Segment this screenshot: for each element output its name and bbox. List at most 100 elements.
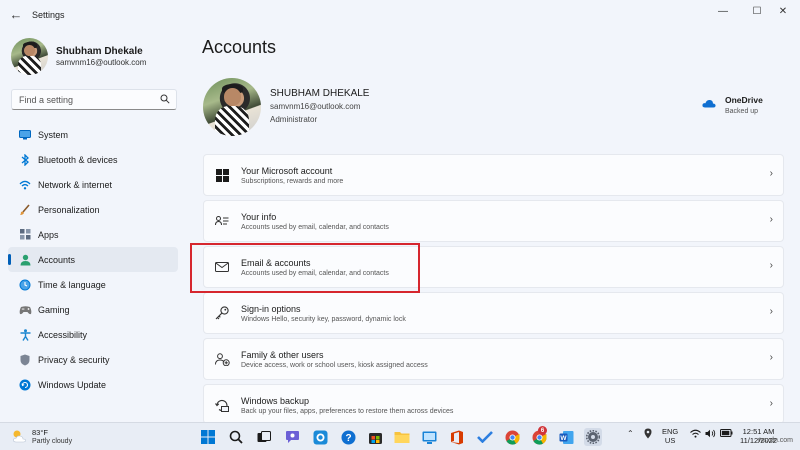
sidebar-item-bluetooth[interactable]: Bluetooth & devices — [8, 147, 178, 172]
chevron-right-icon: › — [769, 214, 773, 225]
search-icon[interactable] — [160, 94, 170, 104]
sidebar-item-network[interactable]: Network & internet — [8, 172, 178, 197]
window-title: Settings — [32, 10, 65, 20]
search-box[interactable] — [11, 89, 177, 110]
sidebar-item-label: Privacy & security — [38, 354, 110, 365]
onedrive-title[interactable]: OneDrive — [725, 95, 763, 105]
help-icon[interactable]: ? — [339, 428, 357, 446]
svg-text:?: ? — [345, 433, 351, 444]
search-taskbar-icon[interactable] — [227, 428, 245, 446]
chevron-right-icon: › — [769, 168, 773, 179]
word-icon[interactable]: W — [557, 428, 575, 446]
onedrive-cloud-icon[interactable] — [702, 99, 716, 108]
sidebar-item-label: Network & internet — [38, 179, 113, 190]
minimize-button[interactable]: — — [706, 2, 740, 20]
people-add-icon — [214, 351, 230, 367]
chevron-right-icon: › — [769, 306, 773, 317]
monitor-icon — [18, 128, 32, 142]
card-subtitle: Subscriptions, rewards and more — [241, 178, 344, 185]
file-explorer-icon[interactable] — [393, 428, 411, 446]
task-view-icon[interactable] — [255, 428, 273, 446]
card-subtitle: Windows Hello, security key, password, d… — [241, 316, 406, 323]
chevron-right-icon: › — [769, 260, 773, 271]
chevron-right-icon: › — [769, 352, 773, 363]
start-windows-icon[interactable] — [199, 428, 217, 446]
microsoft-store-icon[interactable] — [366, 428, 384, 446]
sidebar-item-apps[interactable]: Apps — [8, 222, 178, 247]
brush-icon — [18, 203, 32, 217]
svg-text:W: W — [560, 435, 567, 442]
sidebar-item-accessibility[interactable]: Accessibility — [8, 322, 178, 347]
notification-badge: 6 — [538, 426, 547, 435]
weather-description[interactable]: Partly cloudy — [32, 438, 72, 445]
backup-icon — [214, 397, 230, 413]
clock-time: 12:51 AM — [742, 427, 775, 436]
weather-temperature[interactable]: 83°F — [32, 428, 48, 437]
sidebar-item-privacy[interactable]: Privacy & security — [8, 347, 178, 372]
sidebar-item-label: Windows Update — [38, 379, 107, 390]
gamepad-icon — [18, 303, 32, 317]
card-windows-backup[interactable]: Windows backup Back up your files, apps,… — [203, 384, 784, 424]
battery-icon[interactable] — [720, 429, 733, 439]
wifi-tray-icon[interactable] — [690, 429, 701, 440]
back-arrow-icon[interactable]: ← — [8, 7, 24, 22]
apps-icon — [18, 228, 32, 242]
card-title: Windows backup — [241, 396, 310, 406]
sidebar-item-accounts[interactable]: Accounts — [8, 247, 178, 272]
sidebar-user-email: samvnm16@outlook.com — [56, 58, 147, 67]
location-icon[interactable] — [644, 428, 652, 441]
card-subtitle: Back up your files, apps, preferences to… — [241, 408, 454, 415]
language-code: ENG — [662, 427, 679, 436]
volume-icon[interactable] — [705, 429, 716, 440]
settings-gear-icon[interactable] — [584, 428, 602, 446]
app-store-blue-icon[interactable] — [311, 428, 329, 446]
account-name: SHUBHAM DHEKALE — [270, 88, 370, 99]
card-subtitle: Accounts used by email, calendar, and co… — [241, 224, 389, 231]
card-title: Your Microsoft account — [241, 166, 333, 176]
onedrive-status: Backed up — [725, 108, 759, 115]
chevron-up-icon[interactable]: ⌃ — [627, 429, 634, 438]
card-sign-in-options[interactable]: Sign-in options Windows Hello, security … — [203, 292, 784, 334]
language-indicator[interactable]: ENG US — [662, 427, 678, 445]
sidebar-item-label: Accessibility — [38, 329, 88, 340]
sidebar-item-personalization[interactable]: Personalization — [8, 197, 178, 222]
card-title: Sign-in options — [241, 304, 301, 314]
person-icon — [18, 253, 32, 267]
chevron-right-icon: › — [769, 398, 773, 409]
account-email: samvnm16@outlook.com — [270, 102, 361, 111]
sidebar-item-gaming[interactable]: Gaming — [8, 297, 178, 322]
todo-check-icon[interactable] — [476, 428, 494, 446]
watermark: wsxdn.com — [758, 437, 794, 444]
chrome-icon[interactable] — [503, 428, 521, 446]
account-role: Administrator — [270, 115, 318, 124]
card-family-other-users[interactable]: Family & other users Device access, work… — [203, 338, 784, 380]
language-region: US — [664, 436, 676, 445]
highlight-box — [190, 243, 420, 293]
page-title: Accounts — [202, 37, 277, 57]
taskbar: 83°F Partly cloudy ? 6 W ⌃ ENG US 12:51 … — [0, 422, 800, 450]
account-avatar — [203, 78, 261, 136]
sidebar-avatar[interactable] — [11, 38, 48, 75]
sidebar-item-label: System — [38, 129, 69, 140]
sidebar-item-windows-update[interactable]: Windows Update — [8, 372, 178, 397]
shield-icon — [18, 353, 32, 367]
partly-cloudy-icon[interactable] — [11, 429, 27, 443]
globe-clock-icon — [18, 278, 32, 292]
sidebar-nav: System Bluetooth & devices Network & int… — [8, 122, 178, 397]
card-your-info[interactable]: Your info Accounts used by email, calend… — [203, 200, 784, 242]
sidebar-item-system[interactable]: System — [8, 122, 178, 147]
remote-desktop-icon[interactable] — [420, 428, 438, 446]
card-subtitle: Device access, work or school users, kio… — [241, 362, 428, 369]
card-title: Your info — [241, 212, 277, 222]
sidebar-item-label: Time & language — [38, 279, 106, 290]
card-microsoft-account[interactable]: Your Microsoft account Subscriptions, re… — [203, 154, 784, 196]
close-button[interactable]: ✕ — [766, 2, 800, 20]
sidebar-item-label: Gaming — [38, 304, 70, 315]
search-input[interactable] — [19, 94, 159, 105]
card-title: Family & other users — [241, 350, 324, 360]
wifi-icon — [18, 178, 32, 192]
key-icon — [214, 305, 230, 321]
chat-icon[interactable] — [283, 428, 301, 446]
office-icon[interactable] — [448, 428, 466, 446]
sidebar-item-time-language[interactable]: Time & language — [8, 272, 178, 297]
